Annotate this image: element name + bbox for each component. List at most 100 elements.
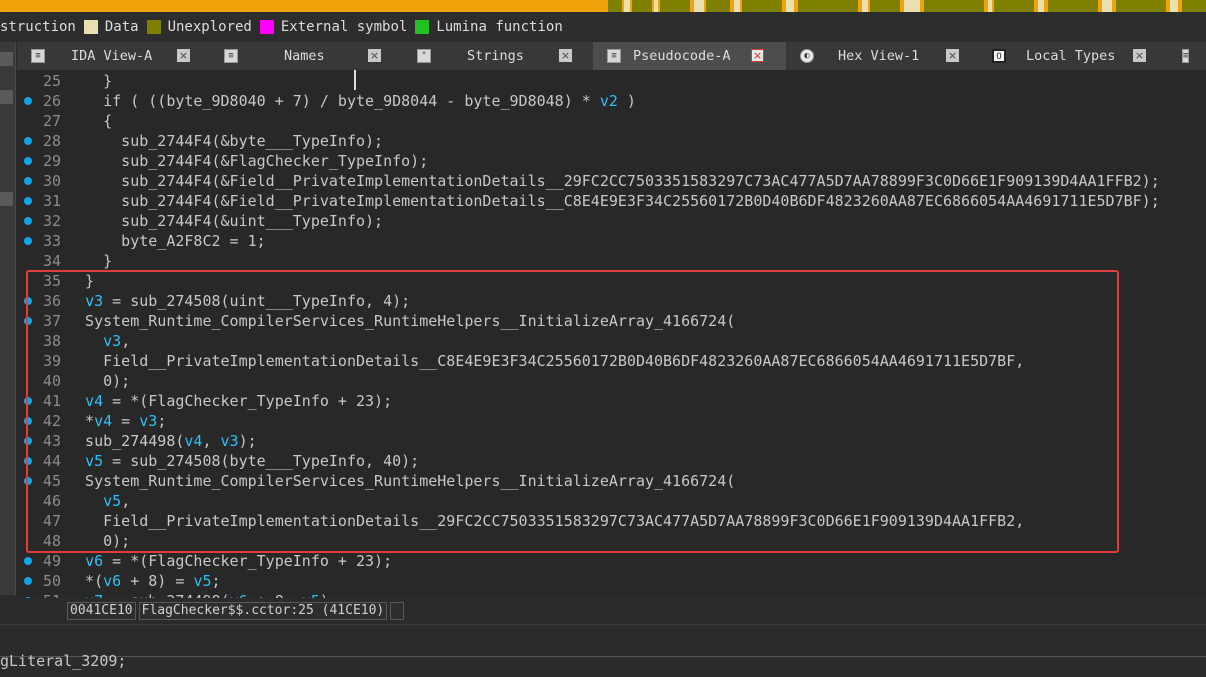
line-number: 35: [42, 272, 61, 290]
nav-segment: [1116, 0, 1166, 12]
code-text: v4 = *(FlagChecker_TypeInfo + 23);: [85, 392, 393, 410]
tab-bar: ≡ IDA View-A × ≡ Names × " Strings × ≡ P…: [17, 42, 1206, 71]
breakpoint-dot[interactable]: [24, 317, 32, 325]
breakpoint-dot[interactable]: [24, 157, 32, 165]
breakpoint-dot[interactable]: [24, 577, 32, 585]
breakpoint-dot[interactable]: [24, 477, 32, 485]
code-line[interactable]: 40 0);: [17, 371, 1206, 391]
breakpoint-dot[interactable]: [24, 597, 32, 598]
breakpoint-dot[interactable]: [24, 197, 32, 205]
code-line[interactable]: 28 sub_2744F4(&byte___TypeInfo);: [17, 131, 1206, 151]
breakpoint-dot[interactable]: [24, 217, 32, 225]
output-panel[interactable]: [0, 624, 1206, 677]
code-line[interactable]: 51 v7 = sub_274498(v6 + 8, v5);: [17, 591, 1206, 598]
breakpoint-dot[interactable]: [24, 417, 32, 425]
breakpoint-dot[interactable]: [24, 97, 32, 105]
breakpoint-dot[interactable]: [24, 557, 32, 565]
code-line[interactable]: 29 sub_2744F4(&FlagChecker_TypeInfo);: [17, 151, 1206, 171]
nav-segment: [694, 0, 704, 12]
line-number: 37: [42, 312, 61, 330]
close-icon[interactable]: ×: [368, 49, 381, 62]
code-line[interactable]: 42 *v4 = v3;: [17, 411, 1206, 431]
nav-segment: [870, 0, 900, 12]
nav-segment: [734, 0, 740, 12]
code-line[interactable]: 47 Field__PrivateImplementationDetails__…: [17, 511, 1206, 531]
code-line[interactable]: 46 v5,: [17, 491, 1206, 511]
status-location: FlagChecker$$.cctor:25 (41CE10): [138, 602, 388, 620]
gutter-marker: [0, 52, 13, 66]
code-line[interactable]: 30 sub_2744F4(&Field__PrivateImplementat…: [17, 171, 1206, 191]
line-number: 34: [42, 252, 61, 270]
legend-bar: struction Data Unexplored External symbo…: [0, 12, 1206, 42]
tab-pseudocode-a[interactable]: ≡ Pseudocode-A ×: [593, 42, 786, 70]
code-line[interactable]: 44 v5 = sub_274508(byte___TypeInfo, 40);: [17, 451, 1206, 471]
close-icon[interactable]: ×: [946, 49, 959, 62]
code-line[interactable]: 27 {: [17, 111, 1206, 131]
code-line[interactable]: 25 }: [17, 71, 1206, 91]
line-number: 32: [42, 212, 61, 230]
code-text: v5 = sub_274508(byte___TypeInfo, 40);: [85, 452, 420, 470]
legend-label-instruction: struction: [0, 19, 76, 35]
tab-local-types[interactable]: O Local Types ×: [978, 42, 1168, 70]
breakpoint-dot[interactable]: [24, 177, 32, 185]
code-line[interactable]: 36 v3 = sub_274508(uint___TypeInfo, 4);: [17, 291, 1206, 311]
nav-segment: [904, 0, 920, 12]
tab-ida-view-a[interactable]: ≡ IDA View-A ×: [17, 42, 210, 70]
close-icon[interactable]: ×: [751, 49, 764, 62]
code-text: *v4 = v3;: [67, 412, 167, 430]
code-line[interactable]: 39 Field__PrivateImplementationDetails__…: [17, 351, 1206, 371]
breakpoint-dot[interactable]: [24, 297, 32, 305]
code-text: Field__PrivateImplementationDetails__C8E…: [67, 352, 1025, 370]
legend-swatch-external-symbol: [259, 20, 274, 34]
code-text: v3 = sub_274508(uint___TypeInfo, 4);: [85, 292, 411, 310]
code-text: if ( ((byte_9D8040 + 7) / byte_9D8044 - …: [67, 92, 636, 110]
breakpoint-dot[interactable]: [24, 397, 32, 405]
legend-swatch-unexplored: [146, 20, 161, 34]
line-number: 33: [42, 232, 61, 250]
nav-segment: [994, 0, 1034, 12]
legend-item-unexplored: Unexplored: [146, 19, 252, 35]
code-line[interactable]: 41 v4 = *(FlagChecker_TypeInfo + 23);: [17, 391, 1206, 411]
nav-segment: [924, 0, 984, 12]
close-icon[interactable]: ×: [559, 49, 572, 62]
tab-names[interactable]: ≡ Names ×: [210, 42, 403, 70]
breakpoint-dot[interactable]: [24, 457, 32, 465]
nav-segment: [862, 0, 868, 12]
code-line[interactable]: 43 sub_274498(v4, v3);: [17, 431, 1206, 451]
nav-segment: [624, 0, 630, 12]
code-line[interactable]: 38 v3,: [17, 331, 1206, 351]
close-icon[interactable]: ×: [177, 49, 190, 62]
legend-item-instruction: struction: [0, 19, 76, 35]
code-line[interactable]: 26 if ( ((byte_9D8040 + 7) / byte_9D8044…: [17, 91, 1206, 111]
output-text: gLiteral_3209;: [0, 652, 127, 670]
left-panel-edge[interactable]: [0, 42, 16, 595]
code-line[interactable]: 50 *(v6 + 8) = v5;: [17, 571, 1206, 591]
code-line[interactable]: 37 System_Runtime_CompilerServices_Runti…: [17, 311, 1206, 331]
breakpoint-dot[interactable]: [24, 437, 32, 445]
code-line[interactable]: 32 sub_2744F4(&uint___TypeInfo);: [17, 211, 1206, 231]
line-number: 39: [42, 352, 61, 370]
code-line[interactable]: 45 System_Runtime_CompilerServices_Runti…: [17, 471, 1206, 491]
code-line[interactable]: 35 }: [17, 271, 1206, 291]
breakpoint-dot[interactable]: [24, 237, 32, 245]
code-line[interactable]: 33 byte_A2F8C2 = 1;: [17, 231, 1206, 251]
tab-strings[interactable]: " Strings ×: [403, 42, 593, 70]
legend-label-external-symbol: External symbol: [280, 19, 408, 35]
close-icon[interactable]: ×: [1133, 49, 1146, 62]
tab-label: Names: [284, 48, 325, 64]
nav-segment: [1102, 0, 1112, 12]
tab-overflow[interactable]: ≡: [1168, 42, 1206, 70]
nav-segment: [654, 0, 658, 12]
pseudocode-view[interactable]: 25 } 26 if ( ((byte_9D8040 + 7) / byte_9D…: [17, 70, 1206, 598]
code-text: sub_2744F4(&FlagChecker_TypeInfo);: [67, 152, 429, 170]
legend-label-unexplored: Unexplored: [167, 19, 252, 35]
code-line[interactable]: 49 v6 = *(FlagChecker_TypeInfo + 23);: [17, 551, 1206, 571]
code-text: System_Runtime_CompilerServices_RuntimeH…: [67, 312, 736, 330]
code-line[interactable]: 48 0);: [17, 531, 1206, 551]
breakpoint-dot[interactable]: [24, 137, 32, 145]
code-line[interactable]: 34 }: [17, 251, 1206, 271]
navigation-band[interactable]: [0, 0, 1206, 12]
tab-hex-view-1[interactable]: ◐ Hex View-1 ×: [786, 42, 978, 70]
code-line[interactable]: 31 sub_2744F4(&Field__PrivateImplementat…: [17, 191, 1206, 211]
line-number: 25: [42, 72, 61, 90]
